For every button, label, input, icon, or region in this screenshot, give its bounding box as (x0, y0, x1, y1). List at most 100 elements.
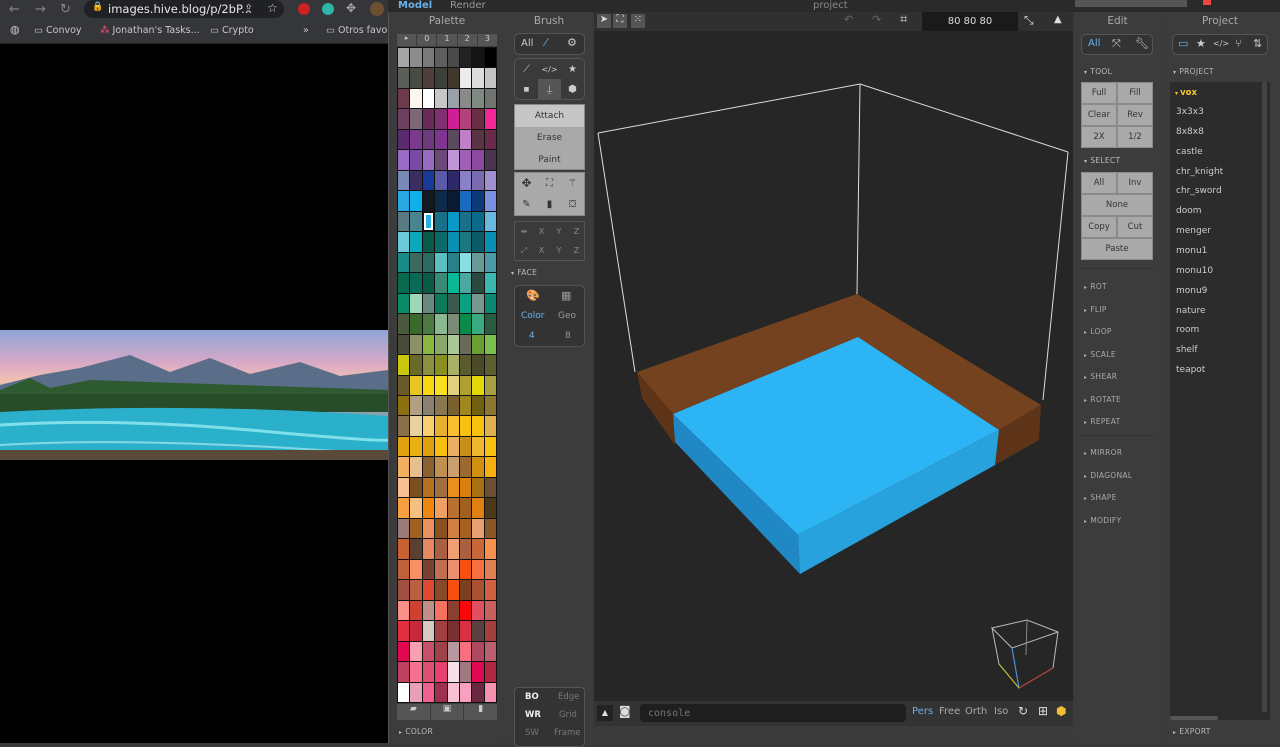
select-all-button[interactable]: All (1081, 172, 1117, 194)
palette-swatch[interactable] (484, 682, 496, 702)
palette-swatch[interactable] (410, 436, 422, 457)
face-color-button[interactable]: Color (521, 311, 545, 321)
reload-icon[interactable]: ↻ (60, 2, 71, 17)
palette-swatch[interactable] (410, 621, 422, 641)
palette-swatch[interactable] (410, 498, 422, 518)
palette-swatch[interactable] (472, 334, 484, 355)
palette-swatch[interactable] (459, 539, 472, 559)
palette-swatch[interactable] (472, 355, 484, 375)
palette-swatch[interactable] (484, 273, 496, 293)
palette-swatch[interactable] (459, 436, 472, 457)
palette-swatch[interactable] (447, 498, 459, 518)
voxel-scene[interactable] (594, 31, 1073, 701)
palette-swatch[interactable] (410, 252, 422, 273)
sw-toggle[interactable]: SW (525, 728, 539, 738)
frame-select-icon[interactable]: ⛶ (613, 14, 627, 28)
palette-swatch[interactable] (484, 641, 496, 662)
palette-swatch[interactable] (447, 621, 459, 641)
palette-swatch[interactable] (410, 334, 422, 355)
palette-icon[interactable]: 🎨 (526, 289, 540, 302)
camera-icon[interactable]: ◙ (619, 704, 631, 718)
section-flip[interactable]: ▸ FLIP (1084, 305, 1107, 314)
project-file-item[interactable]: shelf (1176, 345, 1198, 355)
bookmark-crypto[interactable]: ▭ Crypto (210, 25, 254, 36)
palette-swatch[interactable] (484, 293, 496, 314)
section-mirror[interactable]: ▸ MIRROR (1084, 448, 1122, 457)
line-icon[interactable]: ⟋ (515, 59, 538, 80)
palette-swatch[interactable] (472, 375, 484, 395)
palette-swatch[interactable] (447, 314, 459, 334)
color-section[interactable]: ▸ COLOR (399, 727, 433, 736)
palette-swatch[interactable] (447, 150, 459, 170)
palette-swatch[interactable] (459, 416, 472, 436)
palette-swatch[interactable] (398, 375, 410, 395)
palette-swatch[interactable] (435, 314, 447, 334)
branch-icon[interactable]: ⑂ (1235, 37, 1242, 50)
wrench-icon[interactable]: 🔧︎ (1135, 37, 1149, 50)
paint-button[interactable]: Paint (515, 149, 584, 171)
code-icon[interactable]: </> (538, 59, 561, 80)
palette-swatch[interactable] (459, 334, 472, 355)
palette-swatch[interactable] (422, 375, 435, 395)
folder-vox[interactable]: ▾ vox (1175, 88, 1197, 98)
palette-swatch[interactable] (410, 150, 422, 170)
project-file-item[interactable]: teapot (1176, 365, 1205, 375)
palette-swatch[interactable] (422, 641, 435, 662)
palette-swatch[interactable] (459, 48, 472, 68)
palette-swatch[interactable] (422, 273, 435, 293)
palette-swatch[interactable] (410, 355, 422, 375)
palette-swatch[interactable] (435, 88, 447, 109)
palette-swatch[interactable] (459, 518, 472, 539)
mirror-axis-icon[interactable]: ⇹ (515, 222, 533, 243)
project-file-item[interactable]: monu9 (1176, 286, 1207, 296)
palette-swatch[interactable] (398, 109, 410, 129)
palette-swatch[interactable] (422, 150, 435, 170)
palette-swatch[interactable] (472, 252, 484, 273)
palette-swatch[interactable] (398, 580, 410, 600)
palette-swatch[interactable] (472, 395, 484, 416)
palette-swatch[interactable] (398, 232, 410, 252)
palette-swatch[interactable] (447, 457, 459, 477)
palette-swatch[interactable] (447, 395, 459, 416)
palette-swatch[interactable] (435, 375, 447, 395)
palette-swatch[interactable] (435, 621, 447, 641)
half-button[interactable]: 1/2 (1117, 126, 1153, 148)
palette-swatch[interactable] (398, 334, 410, 355)
palette-swatch[interactable] (422, 600, 435, 621)
palette-swatch[interactable] (472, 600, 484, 621)
trash-icon[interactable]: ▮ (538, 194, 561, 215)
palette-swatch[interactable] (447, 48, 459, 68)
cube-icon[interactable]: ⬢ (561, 79, 584, 100)
palette-swatch[interactable] (484, 395, 496, 416)
palette-swatch[interactable] (472, 88, 484, 109)
scrollbar-horizontal[interactable] (1170, 716, 1218, 720)
rev-button[interactable]: Rev (1117, 104, 1153, 126)
palette-swatch[interactable] (435, 68, 447, 88)
palette-swatch[interactable] (484, 621, 496, 641)
palette-swatch[interactable] (422, 252, 435, 273)
view-pers[interactable]: Pers (912, 706, 933, 717)
palette-swatch[interactable] (398, 518, 410, 539)
face-section[interactable]: ▾ FACE (511, 268, 537, 277)
palette-swatch[interactable] (422, 191, 435, 211)
palette-swatch[interactable] (472, 129, 484, 150)
wr-toggle[interactable]: WR (525, 710, 541, 720)
palette-swatch[interactable] (472, 498, 484, 518)
section-rot[interactable]: ▸ ROT (1084, 282, 1107, 291)
palette-swatch[interactable] (459, 498, 472, 518)
palette-swatch[interactable] (459, 293, 472, 314)
folder-open-icon[interactable]: ▰ (397, 704, 430, 720)
project-file-item[interactable]: nature (1176, 306, 1206, 316)
palette-swatch[interactable] (459, 600, 472, 621)
palette-swatch[interactable] (398, 621, 410, 641)
palette-swatch[interactable] (472, 170, 484, 191)
palette-swatch[interactable] (459, 621, 472, 641)
palette-swatch[interactable] (410, 129, 422, 150)
palette-swatch[interactable] (410, 314, 422, 334)
project-file-item[interactable]: menger (1176, 226, 1211, 236)
palette-swatch[interactable] (484, 170, 496, 191)
triangle-up-icon[interactable]: ▲ (1054, 14, 1062, 25)
eyedropper-icon[interactable]: ✎ (515, 194, 538, 215)
palette-swatch[interactable] (472, 68, 484, 88)
palette-swatch[interactable] (472, 232, 484, 252)
